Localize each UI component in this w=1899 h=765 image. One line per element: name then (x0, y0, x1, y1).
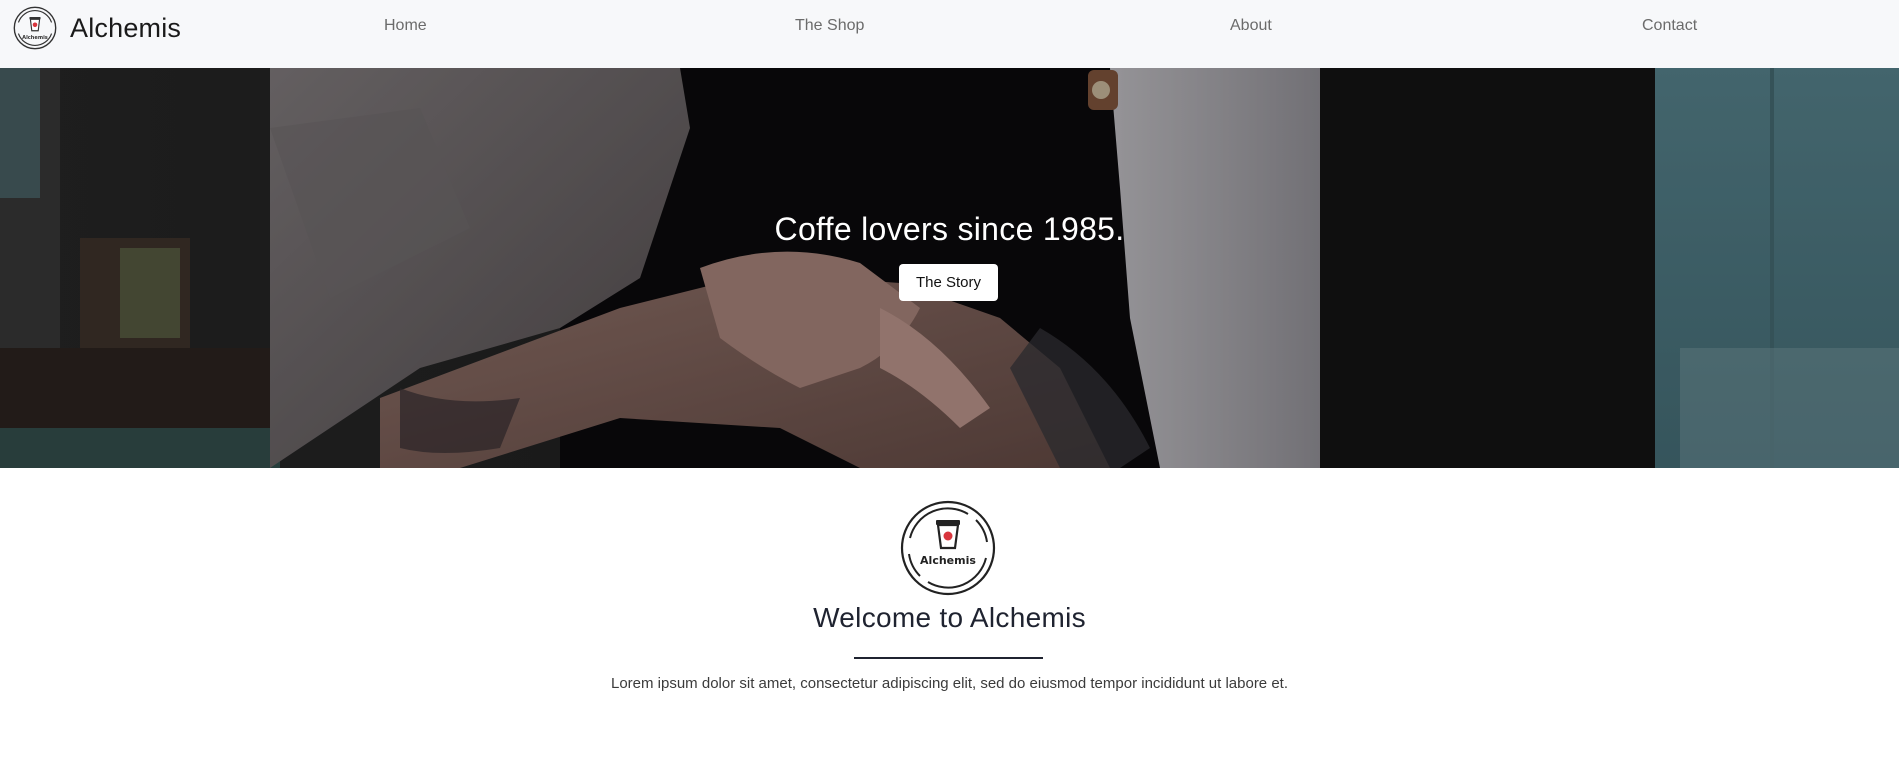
brand-name: Alchemis (70, 12, 182, 43)
coffee-cup-logo-icon: Alchemis (13, 6, 57, 50)
the-story-button[interactable]: The Story (899, 264, 998, 301)
brand-logo-text: Alchemis (22, 35, 48, 41)
welcome-text: Lorem ipsum dolor sit amet, consectetur … (610, 675, 1288, 692)
brand-link[interactable]: Alchemis Alchemis (12, 5, 181, 51)
welcome-logo-text: Alchemis (920, 554, 976, 567)
nav-link-contact[interactable]: Contact (1642, 17, 1697, 35)
hero-title: Coffe lovers since 1985. (774, 211, 1125, 247)
welcome-title: Welcome to Alchemis (813, 602, 1086, 633)
coffee-cup-logo-icon: Alchemis (900, 500, 996, 596)
nav-link-about[interactable]: About (1230, 17, 1272, 35)
nav-link-the-shop[interactable]: The Shop (795, 17, 864, 35)
navbar: Alchemis Alchemis Home The Shop About Co… (0, 0, 1899, 68)
welcome-divider (854, 657, 1043, 659)
hero-section: Coffe lovers since 1985. The Story (0, 68, 1899, 468)
nav-link-home[interactable]: Home (384, 17, 427, 35)
